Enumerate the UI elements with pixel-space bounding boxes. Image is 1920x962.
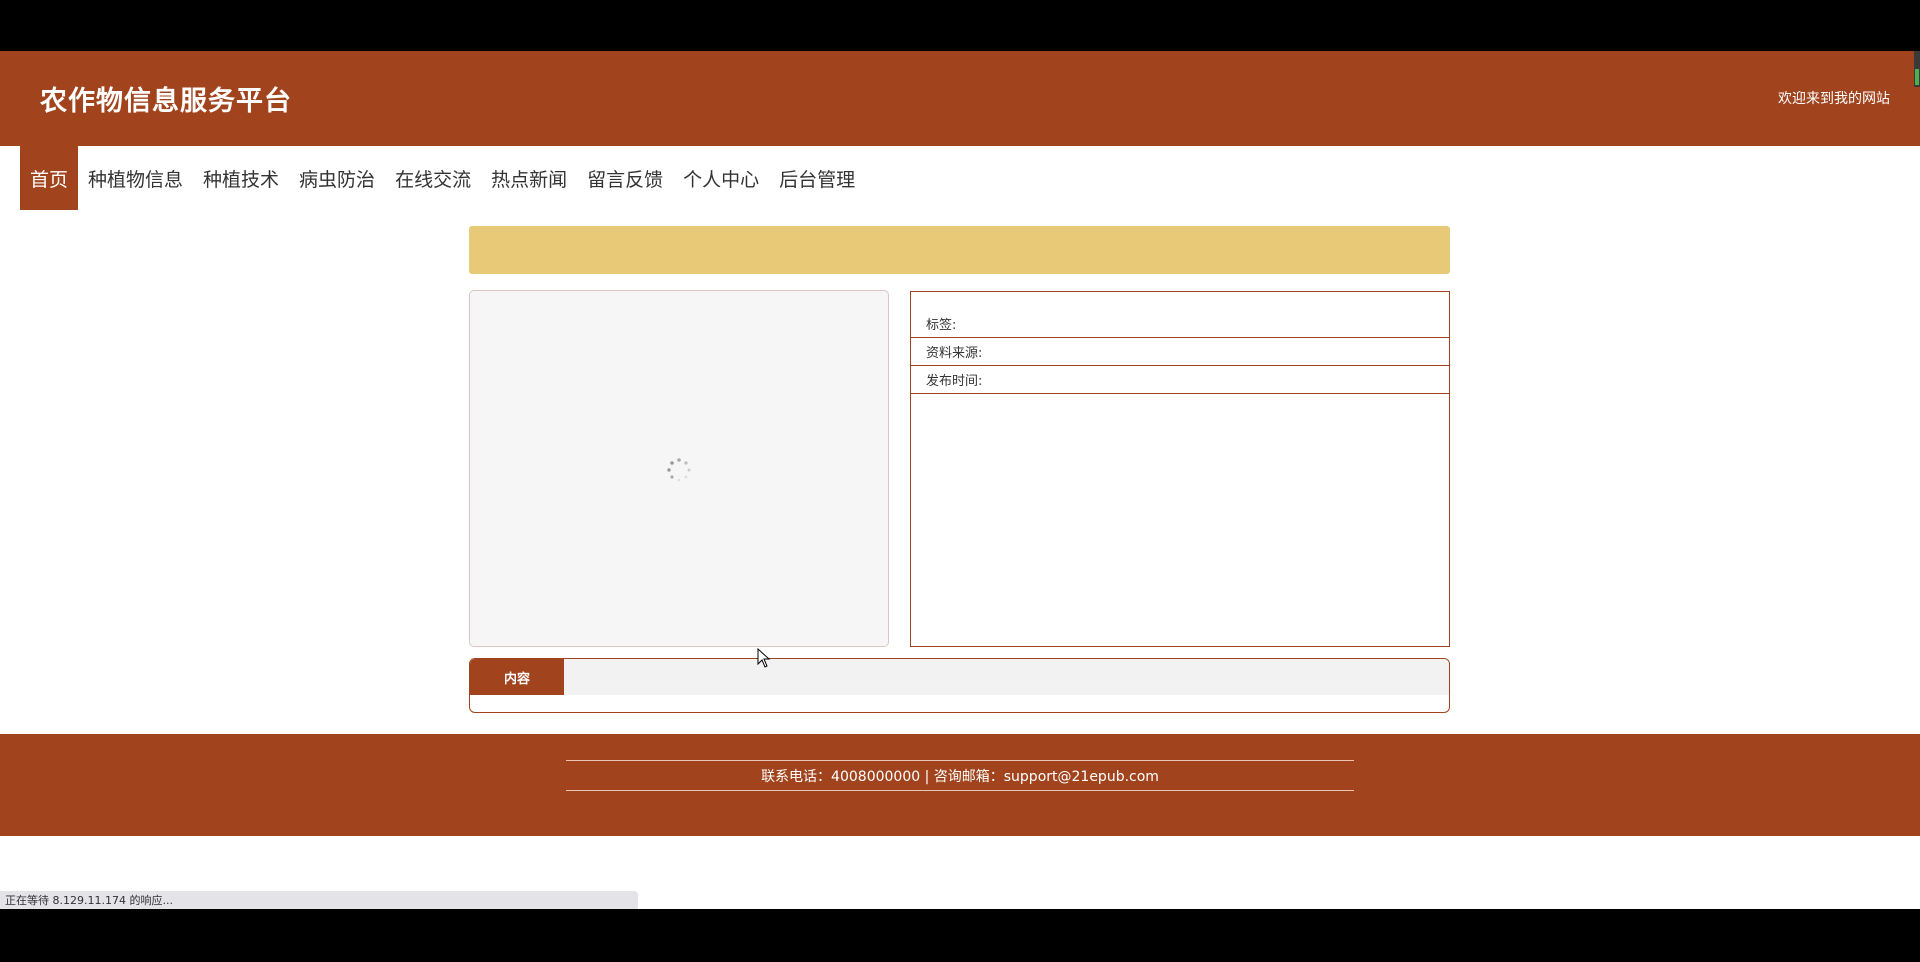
publish-time-row: 发布时间: bbox=[911, 366, 1449, 394]
nav-item-feedback[interactable]: 留言反馈 bbox=[577, 146, 673, 210]
footer-divider-top bbox=[566, 760, 1354, 761]
site-footer: 联系电话：4008000000 | 咨询邮箱：support@21epub.co… bbox=[0, 734, 1920, 836]
content-panel: 内容 bbox=[469, 658, 1450, 713]
footer-divider-bottom bbox=[566, 790, 1354, 791]
title-banner bbox=[469, 226, 1450, 274]
nav-item-user-center[interactable]: 个人中心 bbox=[673, 146, 769, 210]
browser-status-bar: 正在等待 8.129.11.174 的响应... bbox=[0, 891, 638, 909]
tab-content[interactable]: 内容 bbox=[470, 659, 564, 695]
welcome-text: 欢迎来到我的网站 bbox=[1778, 91, 1890, 107]
tags-row: 标签: bbox=[911, 292, 1449, 338]
scrollbar-thumb[interactable] bbox=[1915, 69, 1919, 85]
footer-contact: 联系电话：4008000000 | 咨询邮箱：support@21epub.co… bbox=[761, 769, 1159, 785]
nav-item-plant-info[interactable]: 种植物信息 bbox=[78, 146, 193, 210]
main-nav: 首页 种植物信息 种植技术 病虫防治 在线交流 热点新闻 留言反馈 个人中心 后… bbox=[20, 146, 865, 210]
source-row: 资料来源: bbox=[911, 338, 1449, 366]
image-placeholder bbox=[469, 290, 889, 647]
nav-item-online-chat[interactable]: 在线交流 bbox=[385, 146, 481, 210]
nav-item-planting-tech[interactable]: 种植技术 bbox=[193, 146, 289, 210]
loading-spinner-icon bbox=[667, 458, 691, 482]
tags-label: 标签: bbox=[926, 318, 957, 333]
browser-viewport: 农作物信息服务平台 欢迎来到我的网站 首页 种植物信息 种植技术 病虫防治 在线… bbox=[0, 51, 1920, 909]
nav-item-hot-news[interactable]: 热点新闻 bbox=[481, 146, 577, 210]
mouse-cursor-icon bbox=[757, 648, 771, 668]
scrollbar[interactable] bbox=[1914, 51, 1920, 87]
detail-info-box: 标签: 资料来源: 发布时间: bbox=[910, 291, 1450, 647]
site-header: 农作物信息服务平台 欢迎来到我的网站 bbox=[0, 51, 1920, 146]
source-label: 资料来源: bbox=[926, 346, 983, 361]
content-tab-bar: 内容 bbox=[470, 659, 1449, 695]
nav-item-home[interactable]: 首页 bbox=[20, 146, 79, 210]
site-title[interactable]: 农作物信息服务平台 bbox=[40, 79, 292, 118]
publish-time-label: 发布时间: bbox=[926, 374, 983, 389]
nav-item-admin[interactable]: 后台管理 bbox=[769, 146, 865, 210]
nav-item-pest-control[interactable]: 病虫防治 bbox=[289, 146, 385, 210]
